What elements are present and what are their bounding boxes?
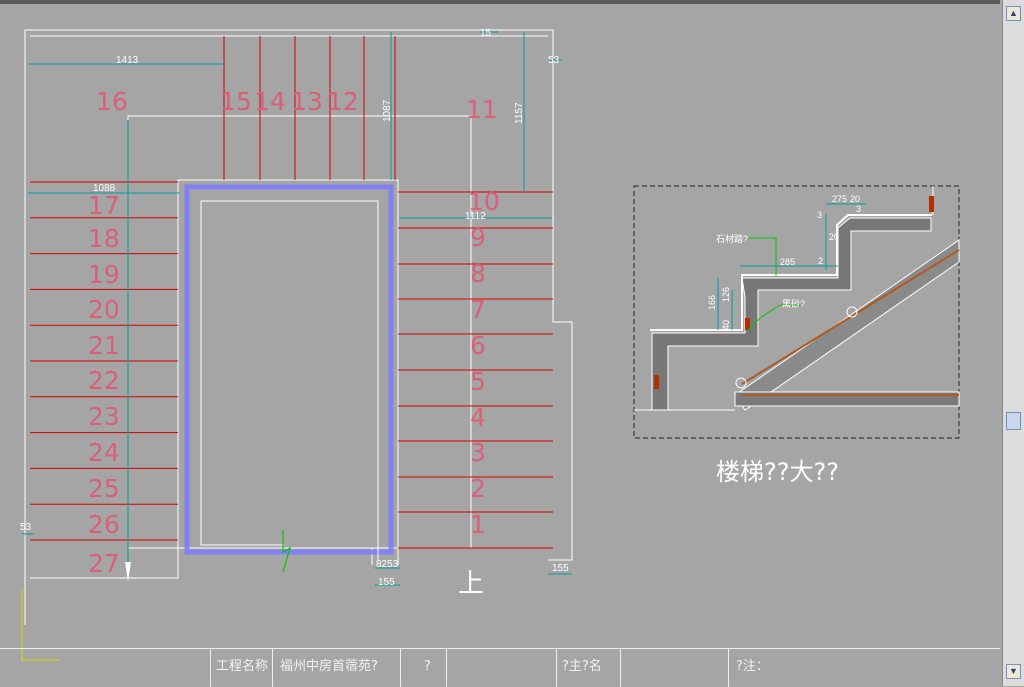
- tb-divider: [210, 649, 211, 687]
- label-black-sand: 黑砂?: [782, 298, 805, 309]
- detail-dim-40: 40: [721, 320, 731, 330]
- step-number-right: 1: [470, 510, 486, 539]
- step-number-right: 4: [470, 403, 486, 432]
- step-number-left: 26: [88, 510, 120, 539]
- step-number-left: 17: [88, 191, 120, 220]
- detail-dim-285: 285: [780, 257, 795, 267]
- step-number-left: 19: [88, 260, 120, 289]
- detail-dim-20b: 20: [829, 232, 839, 242]
- dim-1413: 1413: [116, 55, 139, 66]
- dim-155-b: 155: [552, 563, 569, 574]
- tb-note: ?注：: [736, 659, 769, 674]
- step-number-left: 18: [88, 224, 120, 253]
- scroll-up-icon[interactable]: ▲: [1006, 6, 1021, 21]
- step-number-right: 11: [466, 95, 498, 124]
- step-number-right: 3: [470, 438, 486, 467]
- detail-caption: 楼梯??大??: [716, 458, 839, 486]
- step-number-right: 2: [470, 474, 486, 503]
- step-number-top: 15: [220, 87, 252, 116]
- step-number-right: 5: [470, 367, 486, 396]
- dim-1087: 1087: [382, 99, 393, 122]
- step-number-top: 12: [327, 87, 359, 116]
- dim-53-left: 53: [20, 522, 32, 533]
- tb-project-label: 工程名称: [216, 659, 269, 674]
- cad-drawing-canvas[interactable]: 16 17 18 19 20 21 22 23 24 25 26 27 15 14 13 12 11 10 9 8 7 6…: [0, 0, 1000, 687]
- step-number-right: 6: [470, 331, 486, 360]
- step-number-left: 24: [88, 438, 120, 467]
- step-number-right: 8: [470, 259, 486, 288]
- dim-15: 15: [480, 28, 492, 39]
- step-number-left: 23: [88, 402, 120, 431]
- tb-divider: [620, 649, 621, 687]
- dim-1112: 1112: [465, 211, 486, 222]
- detail-dim-3b: 3: [856, 204, 861, 214]
- tb-divider: [446, 649, 447, 687]
- walk-arrow-icon: [125, 562, 131, 582]
- dim-1088: 1088: [93, 183, 116, 194]
- step-number-left: 25: [88, 474, 120, 503]
- detail-dim-20: 20: [850, 194, 860, 204]
- step-number-right: 9: [470, 223, 486, 252]
- dim-1157: 1157: [514, 102, 525, 124]
- scroll-thumb[interactable]: [1006, 412, 1021, 430]
- detail-dim-275: 275: [832, 194, 847, 204]
- up-direction-label: 上: [458, 569, 484, 599]
- tb-project-value: 福州中房首蓿苑?: [280, 659, 378, 674]
- step-number-right: 7: [470, 295, 486, 324]
- stair-detail-section: 285 166 126 40 275 20 3 2 20 3 石材踏? 黑砂? …: [633, 185, 960, 486]
- tb-divider: [400, 649, 401, 687]
- tb-divider: [556, 649, 557, 687]
- step-number-left: 20: [88, 295, 120, 324]
- stair-well: [184, 184, 394, 573]
- title-block: 工程名称 福州中房首蓿苑? ? ?主?名 ?注：: [0, 648, 1000, 687]
- dim-8253: 8253: [376, 559, 399, 570]
- step-number-left: 27: [88, 549, 120, 578]
- detail-dim-126: 126: [721, 287, 731, 302]
- step-number-left: 21: [88, 331, 120, 360]
- scroll-down-icon[interactable]: ▼: [1006, 664, 1021, 679]
- dim-53-top: 53: [548, 55, 560, 66]
- tb-divider: [272, 649, 273, 687]
- tb-designer: ?主?名: [562, 659, 602, 674]
- tb-divider: [728, 649, 729, 687]
- detail-dim-2: 2: [818, 256, 823, 266]
- step-number-left: 22: [88, 366, 120, 395]
- step-number-top: 13: [291, 87, 323, 116]
- label-stone-tread: 石材踏?: [716, 233, 748, 244]
- step-number-top: 14: [254, 87, 286, 116]
- detail-dim-3a: 3: [817, 210, 822, 220]
- dim-155-a: 155: [378, 577, 395, 588]
- tb-field-q: ?: [424, 659, 431, 674]
- stair-plan-drawing: 16171819202122232425262715 14 13 12 11109876…: [20, 28, 960, 661]
- detail-dim-166: 166: [707, 295, 717, 310]
- vertical-scrollbar[interactable]: ▲ ▼: [1002, 0, 1024, 686]
- step-number-left: 16: [96, 87, 128, 116]
